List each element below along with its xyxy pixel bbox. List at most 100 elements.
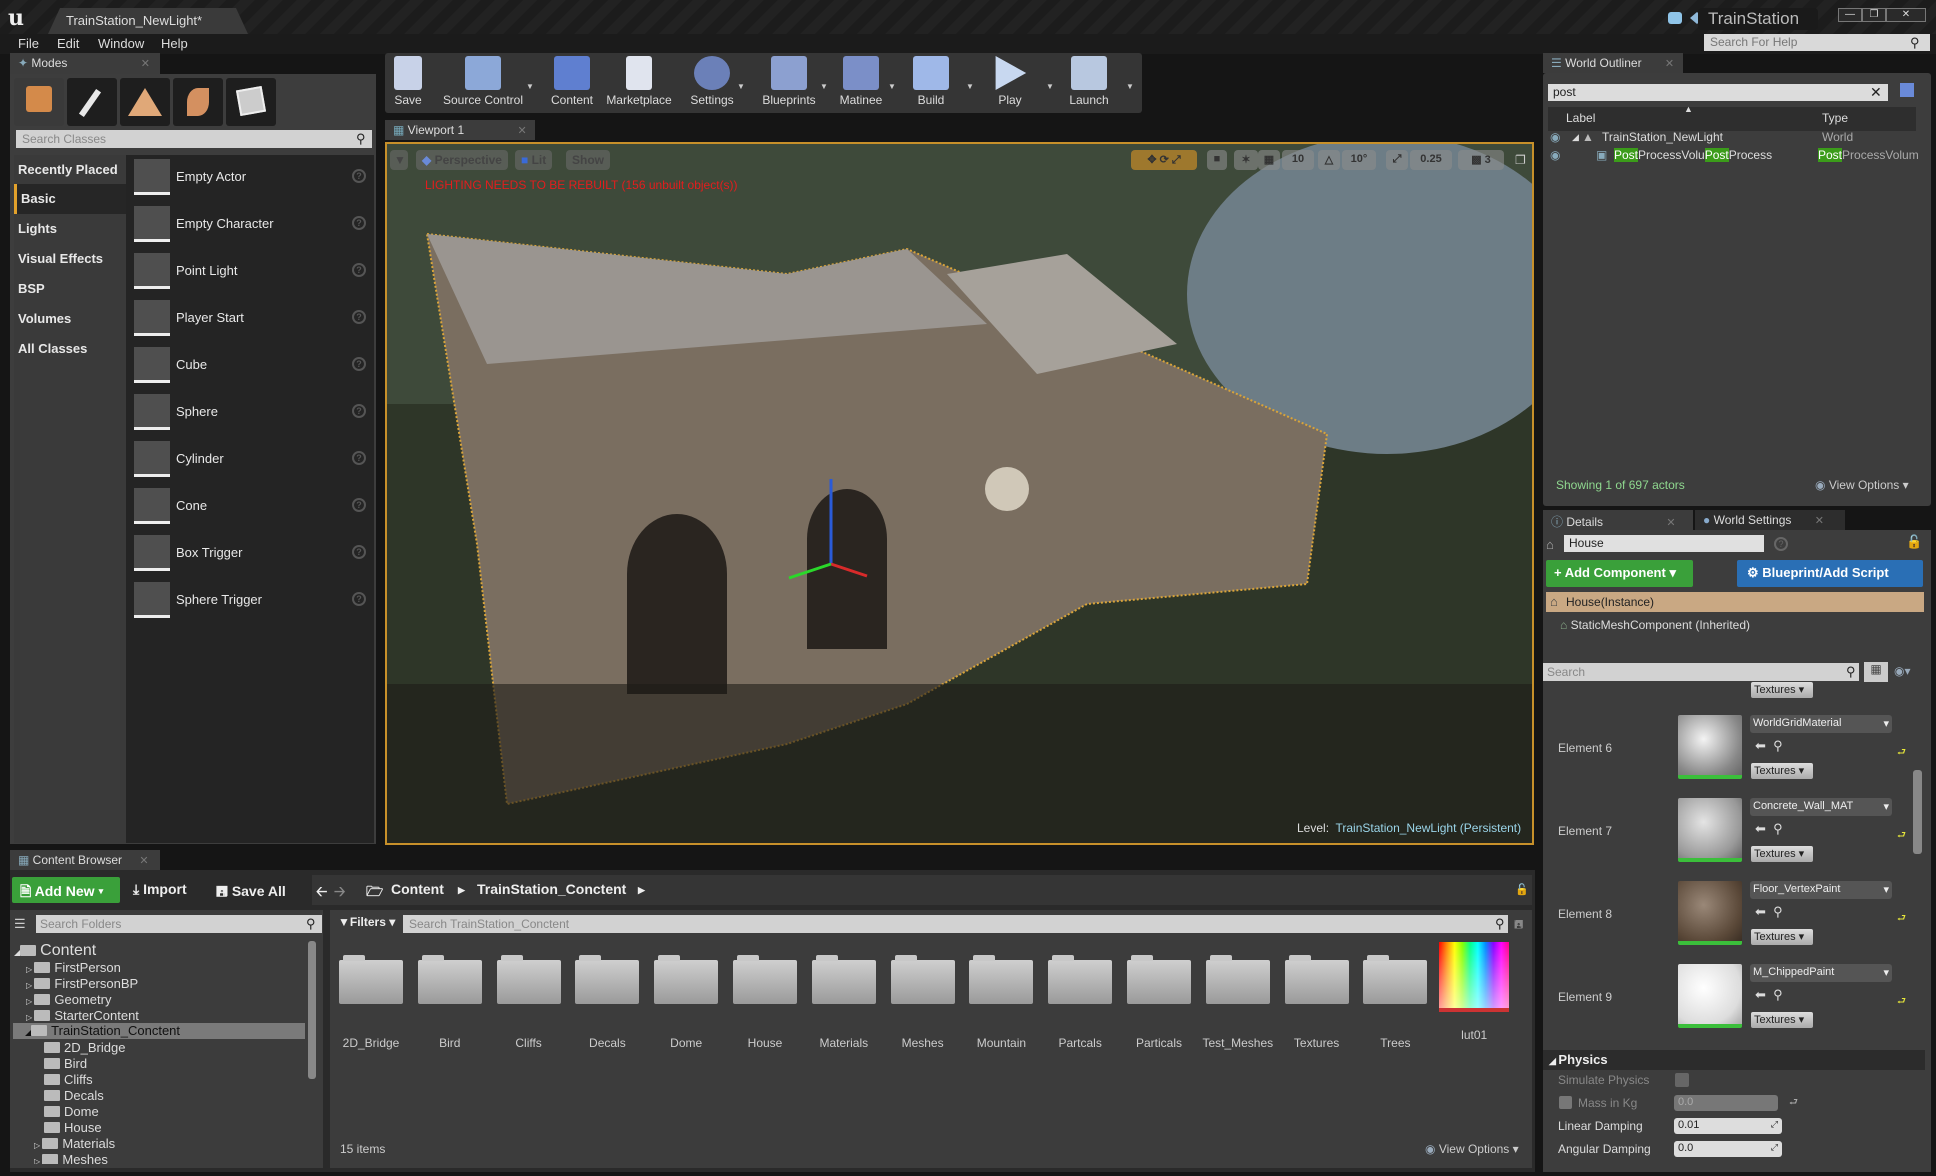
- rotate-icon[interactable]: ⟳: [1160, 154, 1169, 166]
- toolbar-build-button[interactable]: Build: [912, 56, 950, 112]
- component-tree-item[interactable]: ⌂ StaticMeshComponent (Inherited): [1560, 618, 1750, 632]
- close-tab-icon[interactable]: ✕: [139, 855, 148, 867]
- textures-dropdown[interactable]: Textures ▾: [1751, 1012, 1813, 1028]
- breadcrumb-separator-icon[interactable]: ▶: [458, 885, 465, 896]
- settings-dropdown[interactable]: ▼: [737, 82, 745, 91]
- help-icon[interactable]: ?: [352, 357, 366, 371]
- add-folder-icon[interactable]: [1900, 83, 1914, 97]
- scale-snap-value[interactable]: 0.25: [1410, 150, 1452, 170]
- tree-item[interactable]: ▷ FirstPersonBP: [26, 976, 138, 992]
- material-dropdown[interactable]: Concrete_Wall_MAT ▾: [1750, 798, 1892, 816]
- breadcrumb-separator-icon[interactable]: ▶: [638, 885, 645, 896]
- clear-search-icon[interactable]: ✕: [1870, 84, 1882, 101]
- back-arrow-icon[interactable]: 🡠: [316, 881, 327, 905]
- folder-tree-scrollbar[interactable]: [308, 941, 316, 1079]
- tree-item[interactable]: ▷ Meshes: [34, 1152, 108, 1164]
- lock-icon[interactable]: 🔓: [1906, 534, 1922, 550]
- place-mode-button[interactable]: [14, 78, 64, 126]
- category-basic[interactable]: Basic: [14, 184, 126, 214]
- tree-item[interactable]: 2D_Bridge: [44, 1040, 125, 1056]
- mass-input[interactable]: 0.0: [1674, 1095, 1778, 1111]
- browse-magnifier-icon[interactable]: ⚲: [1773, 987, 1783, 1002]
- search-folders-input[interactable]: Search Folders: [36, 915, 322, 933]
- restore-button[interactable]: ❐: [1862, 8, 1886, 22]
- document-tab[interactable]: TrainStation_NewLight*: [48, 8, 248, 34]
- class-item-sphere[interactable]: Sphere?: [134, 394, 372, 434]
- asset-folder-tile[interactable]: Textures: [1279, 950, 1355, 1050]
- help-icon[interactable]: ?: [352, 404, 366, 418]
- simulate-physics-checkbox[interactable]: [1675, 1073, 1689, 1087]
- asset-folder-tile[interactable]: Partcals: [1042, 950, 1118, 1050]
- help-icon[interactable]: ?: [352, 263, 366, 277]
- close-tab-icon[interactable]: ✕: [1815, 515, 1824, 527]
- help-icon[interactable]: ?: [352, 216, 366, 230]
- drag-handle-icon[interactable]: ⤢: [1771, 1142, 1778, 1153]
- menu-help[interactable]: Help: [161, 34, 188, 54]
- toolbar-save-button[interactable]: Save: [390, 56, 426, 112]
- maximize-viewport-icon[interactable]: ❐: [1515, 153, 1526, 167]
- content-browser-tab[interactable]: ▦ Content Browser ✕: [10, 850, 160, 870]
- material-thumbnail[interactable]: [1678, 881, 1742, 945]
- component-tree-root[interactable]: House(Instance): [1546, 592, 1924, 612]
- menu-file[interactable]: File: [18, 34, 39, 54]
- menu-window[interactable]: Window: [98, 34, 144, 54]
- launch-dropdown[interactable]: ▼: [1126, 82, 1134, 91]
- search-classes-input[interactable]: Search Classes: [16, 130, 372, 148]
- asset-folder-tile[interactable]: Cliffs: [491, 950, 567, 1050]
- asset-folder-tile[interactable]: Trees: [1357, 950, 1433, 1050]
- reset-to-default-icon[interactable]: ⮐: [1897, 994, 1906, 1011]
- asset-folder-tile[interactable]: Materials: [806, 950, 882, 1050]
- material-dropdown[interactable]: WorldGridMaterial ▾: [1750, 715, 1892, 733]
- use-selected-arrow-icon[interactable]: ⬅: [1755, 738, 1766, 753]
- grid-snap-toggle[interactable]: ▦: [1258, 150, 1280, 170]
- help-icon[interactable]: ?: [352, 592, 366, 606]
- transform-mode-group[interactable]: ✥ ⟳ ⤢: [1131, 150, 1197, 170]
- paint-mode-button[interactable]: [67, 78, 117, 126]
- textures-dropdown[interactable]: Textures ▾: [1751, 682, 1813, 698]
- category-lights[interactable]: Lights: [14, 214, 126, 244]
- scale-icon[interactable]: ⤢: [1172, 154, 1181, 166]
- tree-item[interactable]: ▷ Geometry: [26, 992, 111, 1008]
- lock-icon[interactable]: 🔓: [1515, 883, 1529, 896]
- class-item-cylinder[interactable]: Cylinder?: [134, 441, 372, 481]
- asset-folder-tile[interactable]: Decals: [569, 950, 645, 1050]
- close-tab-icon[interactable]: ✕: [1665, 58, 1674, 70]
- tree-item[interactable]: House: [44, 1120, 102, 1136]
- play-dropdown[interactable]: ▼: [1046, 82, 1054, 91]
- linear-damping-input[interactable]: 0.01 ⤢: [1674, 1118, 1782, 1134]
- physics-category-header[interactable]: ◢ Physics: [1543, 1050, 1925, 1070]
- details-search-input[interactable]: Search: [1543, 663, 1859, 681]
- column-label[interactable]: Label: [1566, 111, 1595, 125]
- material-thumbnail[interactable]: [1678, 715, 1742, 779]
- show-button[interactable]: Show: [566, 150, 610, 170]
- camera-speed-button[interactable]: ▩ 3: [1458, 150, 1504, 170]
- visibility-filter-icon[interactable]: ◉▾: [1894, 664, 1911, 678]
- build-dropdown[interactable]: ▼: [966, 82, 974, 91]
- help-search-input[interactable]: Search For Help: [1704, 34, 1930, 51]
- help-icon[interactable]: ?: [352, 498, 366, 512]
- category-volumes[interactable]: Volumes: [14, 304, 126, 334]
- breadcrumb-content[interactable]: Content: [391, 881, 444, 897]
- details-scrollbar[interactable]: [1913, 770, 1922, 854]
- reset-to-default-icon[interactable]: ⮐: [1789, 1095, 1798, 1112]
- class-item-sphere-trigger[interactable]: Sphere Trigger?: [134, 582, 372, 622]
- drag-handle-icon[interactable]: ⤢: [1771, 1119, 1778, 1130]
- toolbar-settings-button[interactable]: Settings: [687, 56, 737, 112]
- close-tab-icon[interactable]: ✕: [141, 58, 150, 70]
- toolbar-marketplace-button[interactable]: Marketplace: [603, 56, 675, 112]
- close-tab-icon[interactable]: ✕: [518, 125, 527, 137]
- save-all-button[interactable]: 🖪 Save All: [216, 881, 286, 905]
- class-item-point-light[interactable]: Point Light?: [134, 253, 372, 293]
- use-selected-arrow-icon[interactable]: ⬅: [1755, 821, 1766, 836]
- tree-item[interactable]: ▷ FirstPerson: [26, 960, 121, 976]
- asset-folder-tile[interactable]: Test_Meshes: [1200, 950, 1276, 1050]
- scale-snap-toggle[interactable]: ⤢: [1386, 150, 1408, 170]
- expand-arrow-icon[interactable]: ◢: [1572, 132, 1579, 143]
- material-dropdown[interactable]: Floor_VertexPaint ▾: [1750, 881, 1892, 899]
- category-recently-placed[interactable]: Recently Placed: [14, 155, 126, 185]
- outliner-row[interactable]: ◉ ◢ ▲ TrainStation_NewLight World: [1548, 130, 1928, 148]
- class-item-cube[interactable]: Cube?: [134, 347, 372, 387]
- asset-folder-tile[interactable]: Particals: [1121, 950, 1197, 1050]
- collapse-tree-icon[interactable]: ☰: [14, 916, 26, 932]
- textures-dropdown[interactable]: Textures ▾: [1751, 929, 1813, 945]
